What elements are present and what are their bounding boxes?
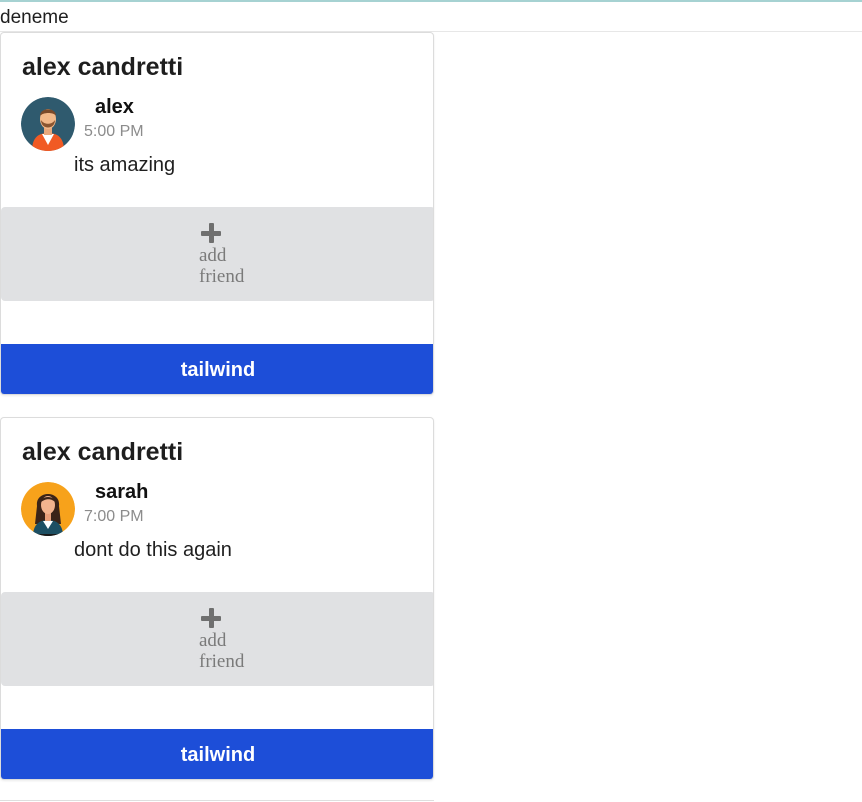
page-heading: deneme bbox=[0, 7, 69, 28]
plus-icon bbox=[201, 223, 221, 243]
plus-icon bbox=[201, 608, 221, 628]
post-message: dont do this again bbox=[74, 539, 232, 561]
post-card: alex candretti alex 5:00 PM its amazing … bbox=[0, 32, 434, 395]
add-friend-label: add friend bbox=[199, 630, 245, 672]
tailwind-button[interactable]: tailwind bbox=[1, 729, 433, 779]
post-time: 7:00 PM bbox=[84, 508, 144, 525]
add-friend-label: add friend bbox=[199, 245, 245, 287]
next-card-edge bbox=[0, 800, 434, 801]
post-message: its amazing bbox=[74, 154, 176, 176]
top-accent-line bbox=[0, 0, 862, 2]
man-avatar-icon bbox=[21, 97, 75, 151]
post-time: 5:00 PM bbox=[84, 123, 144, 140]
woman-avatar-icon bbox=[21, 482, 75, 536]
post-author: alex bbox=[95, 96, 134, 118]
tailwind-button[interactable]: tailwind bbox=[1, 344, 433, 394]
post-card: alex candretti sarah 7:00 PM dont do thi… bbox=[0, 417, 434, 780]
add-friend-button[interactable]: add friend bbox=[1, 207, 433, 301]
card-title: alex candretti bbox=[22, 438, 184, 466]
add-friend-button[interactable]: add friend bbox=[1, 592, 433, 686]
card-title: alex candretti bbox=[22, 53, 184, 81]
post-author: sarah bbox=[95, 481, 149, 503]
